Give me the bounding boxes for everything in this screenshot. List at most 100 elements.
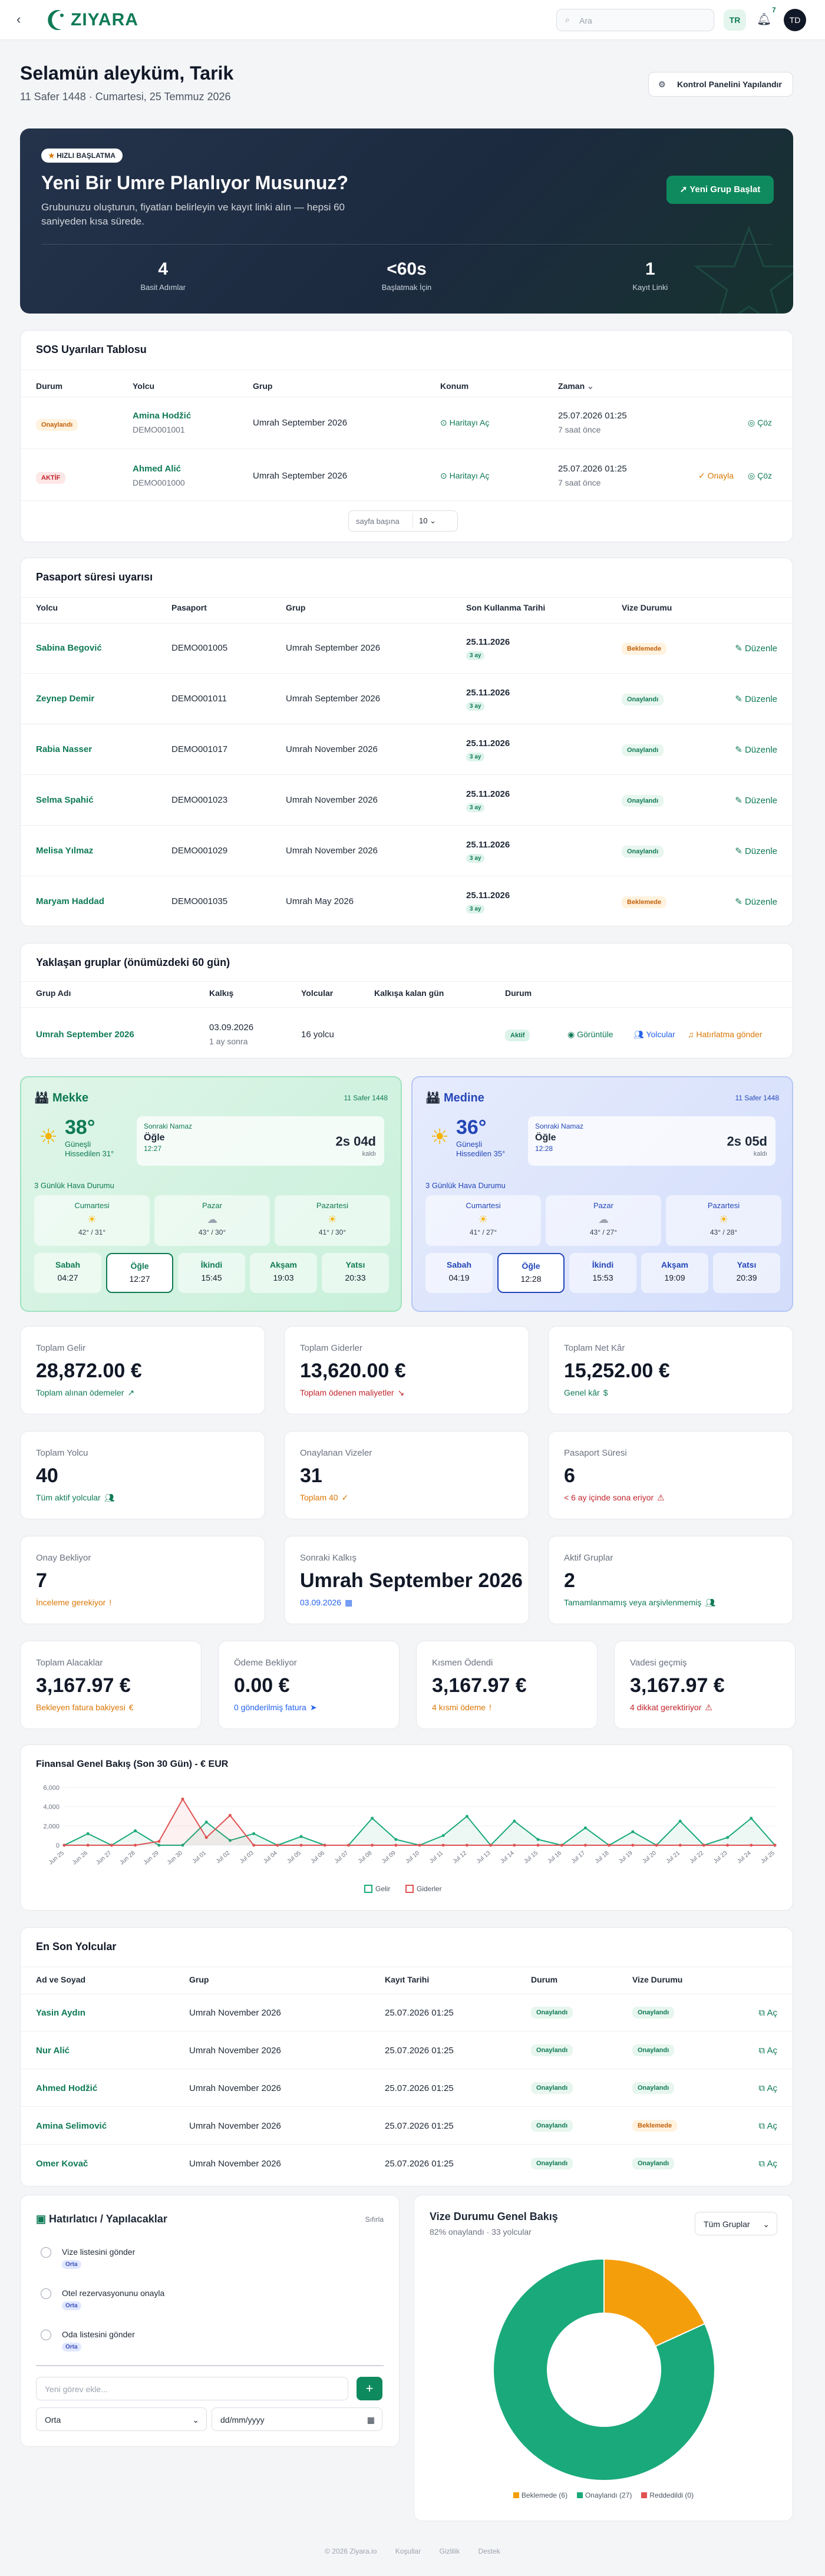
per-page-select[interactable]: 10 ⌄ xyxy=(412,513,451,529)
support-link[interactable]: Destek xyxy=(478,2547,500,2555)
new-task-input[interactable]: Yeni görev ekle... xyxy=(36,2377,348,2400)
prayer-time-1: Öğle 12:27 xyxy=(106,1253,173,1293)
data-point xyxy=(560,1843,563,1847)
edit-button[interactable]: ✎ Düzenle xyxy=(735,795,777,806)
resolve-button[interactable]: ◎ Çöz xyxy=(748,471,772,481)
status-badge: Onaylandı xyxy=(36,419,78,431)
reset-button[interactable]: Sıfırla xyxy=(365,2215,384,2224)
language-button[interactable]: TR xyxy=(724,9,746,31)
pilgrim-name-link[interactable]: Ahmed Hodžić xyxy=(36,2083,97,2093)
hijri-date: 11 Safer 1448 xyxy=(344,1094,388,1102)
start-group-button[interactable]: ➚ Yeni Grup Başlat xyxy=(666,176,774,204)
recent-header-date: Kayıt Tarihi xyxy=(385,1975,430,1984)
hero-description: Grubunuzu oluşturun, fiyatları belirleyi… xyxy=(41,202,345,227)
avatar[interactable]: TD xyxy=(784,9,806,31)
open-button[interactable]: ⧉ Aç xyxy=(758,2159,777,2169)
send-reminder-button[interactable]: ♫ Hatırlatma gönder xyxy=(688,1030,762,1039)
pilgrim-name-link[interactable]: Sabina Begović xyxy=(36,643,102,653)
x-tick-label: Jun 26 xyxy=(71,1850,89,1866)
time-left-badge: 3 ay xyxy=(466,651,485,660)
logo[interactable]: ZIYARA xyxy=(44,6,138,34)
x-tick-label: Jul 20 xyxy=(641,1850,658,1865)
legend-swatch xyxy=(405,1885,414,1893)
terms-link[interactable]: Koşullar xyxy=(395,2547,421,2555)
data-point xyxy=(678,1819,682,1823)
pilgrim-name-link[interactable]: Omer Kovač xyxy=(36,2159,88,2169)
data-point xyxy=(299,1835,303,1838)
x-tick-label: Jul 01 xyxy=(192,1850,208,1865)
todo-checkbox[interactable] xyxy=(41,2247,51,2258)
bell-icon[interactable]: 🔔︎ xyxy=(757,12,771,27)
forecast-day: Pazar ☁ 43° / 30° xyxy=(154,1195,270,1246)
pilgrim-name-link[interactable]: Nur Alić xyxy=(36,2046,70,2056)
priority-select[interactable]: Orta ⌄ xyxy=(36,2407,207,2431)
edit-button[interactable]: ✎ Düzenle xyxy=(735,744,777,755)
data-point xyxy=(204,1820,208,1824)
pilgrim-name-link[interactable]: Amina Selimović xyxy=(36,2121,107,2131)
group-filter-select[interactable]: Tüm Gruplar ⌄ xyxy=(695,2212,777,2235)
edit-button[interactable]: ✎ Düzenle xyxy=(735,694,777,704)
pilgrim-name-link[interactable]: Selma Spahić xyxy=(36,795,94,805)
open-map-link[interactable]: ⊙ Haritayı Aç xyxy=(440,418,489,428)
data-point xyxy=(608,1843,611,1847)
open-map-link[interactable]: ⊙ Haritayı Aç xyxy=(440,471,489,481)
x-tick-label: Jul 10 xyxy=(404,1850,421,1865)
stat-icon: ➤ xyxy=(309,1703,317,1712)
configure-dashboard-button[interactable]: ⚙ Kontrol Panelini Yapılandır xyxy=(648,72,793,97)
stat-icon: ! xyxy=(489,1703,491,1712)
data-point xyxy=(157,1839,161,1843)
open-button[interactable]: ⧉ Aç xyxy=(758,2046,777,2056)
legend-item: Onaylandı (27) xyxy=(576,2491,632,2499)
temperature: 38° xyxy=(65,1116,95,1139)
time-left-badge: 3 ay xyxy=(466,854,485,863)
x-tick-label: Jul 21 xyxy=(665,1850,682,1865)
due-date-input[interactable]: dd/mm/yyyy ▦ xyxy=(212,2407,382,2431)
pilgrim-name-link[interactable]: Melisa Yılmaz xyxy=(36,846,93,856)
pilgrim-name-link[interactable]: Zeynep Demir xyxy=(36,694,94,704)
privacy-link[interactable]: Gizlilik xyxy=(439,2547,460,2555)
group-name-link[interactable]: Umrah September 2026 xyxy=(36,1030,134,1040)
approve-button[interactable]: ✓ Onayla xyxy=(698,471,734,481)
todo-checkbox[interactable] xyxy=(41,2330,51,2340)
prayer-time-3: Akşam 19:09 xyxy=(641,1253,708,1293)
medina-prayer-card: 🕌︎ Medine 11 Safer 1448 ☀ 36° Güneşli Hissedi… xyxy=(411,1076,793,1312)
todo-checkbox[interactable] xyxy=(41,2288,51,2299)
time-left-badge: 3 ay xyxy=(466,905,485,913)
upcoming-header-name: Grup Adı xyxy=(36,988,71,998)
settings-icon: ⚙ xyxy=(658,80,666,89)
pilgrim-name-link[interactable]: Rabia Nasser xyxy=(36,744,92,754)
pilgrim-name-link[interactable]: Maryam Haddad xyxy=(36,896,104,906)
bell-icon: ♫ xyxy=(688,1030,694,1039)
x-tick-label: Jul 03 xyxy=(239,1850,255,1865)
quick-start-badge: ★ HIZLI BAŞLATMA xyxy=(41,149,123,163)
pilgrim-name-link[interactable]: Yasin Aydın xyxy=(36,2008,85,2018)
view-group-button[interactable]: ◉ Görüntüle xyxy=(567,1030,613,1040)
x-tick-label: Jul 24 xyxy=(736,1850,753,1865)
check-circle-icon: ◎ xyxy=(748,471,755,480)
pilgrim-name-link[interactable]: Ahmed Alić xyxy=(133,464,181,474)
data-point xyxy=(465,1843,468,1847)
x-tick-label: Jun 29 xyxy=(143,1850,160,1866)
sos-header-time[interactable]: Zaman ⌄ xyxy=(558,381,594,391)
add-task-button[interactable]: + xyxy=(357,2377,382,2400)
open-button[interactable]: ⧉ Aç xyxy=(758,2121,777,2131)
forecast-day: Cumartesi ☀ 41° / 27° xyxy=(425,1195,541,1246)
edit-button[interactable]: ✎ Düzenle xyxy=(735,896,777,907)
data-point xyxy=(441,1843,445,1847)
pilgrims-button[interactable]: 👥︎ Yolcular xyxy=(633,1030,675,1040)
search-input[interactable]: Ara xyxy=(579,16,592,25)
open-button[interactable]: ⧉ Aç xyxy=(758,2008,777,2018)
x-tick-label: Jun 25 xyxy=(48,1850,65,1866)
search-icon: ⌕ xyxy=(565,15,570,24)
edit-button[interactable]: ✎ Düzenle xyxy=(735,643,777,654)
data-point xyxy=(631,1830,635,1833)
edit-button[interactable]: ✎ Düzenle xyxy=(735,846,777,856)
time-left-badge: 3 ay xyxy=(466,702,485,711)
back-icon[interactable]: ‹ xyxy=(16,12,21,27)
x-tick-label: Jul 17 xyxy=(570,1850,587,1865)
search-box[interactable]: ⌕ Ara xyxy=(556,9,714,31)
open-button[interactable]: ⧉ Aç xyxy=(758,2083,777,2093)
pilgrim-name-link[interactable]: Amina Hodžić xyxy=(133,411,191,421)
resolve-button[interactable]: ◎ Çöz xyxy=(748,418,772,428)
quick-start-banner: ★ HIZLI BAŞLATMA Yeni Bir Umre Planlıyor… xyxy=(20,128,793,314)
